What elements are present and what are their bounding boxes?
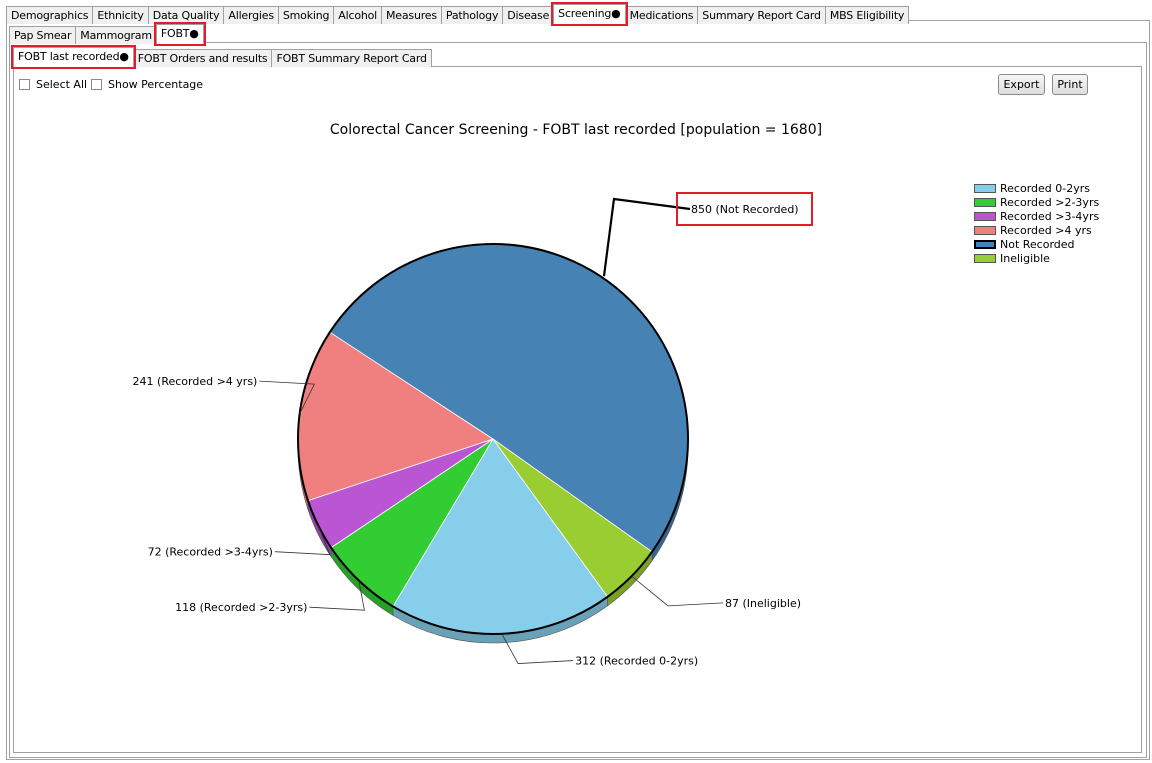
legend-item: Recorded >2-3yrs xyxy=(974,195,1099,209)
legend-swatch xyxy=(974,197,996,207)
legend-swatch xyxy=(974,183,996,193)
legend-item: Recorded >4 yrs xyxy=(974,223,1099,237)
not-recorded-highlight xyxy=(676,192,813,226)
pie-data-label-3: 241 (Recorded >4 yrs) xyxy=(133,375,258,388)
tab-screening[interactable]: Screening● xyxy=(551,2,628,26)
legend-label: Recorded >4 yrs xyxy=(1000,223,1092,237)
pie-data-label-0: 312 (Recorded 0-2yrs) xyxy=(575,655,698,668)
pie-data-label-5: 87 (Ineligible) xyxy=(725,597,801,610)
legend-swatch xyxy=(974,211,996,221)
leader-line-5 xyxy=(631,575,724,607)
legend-label: Ineligible xyxy=(1000,251,1050,265)
pie-data-label-1: 118 (Recorded >2-3yrs) xyxy=(175,601,307,614)
legend-label: Recorded 0-2yrs xyxy=(1000,181,1090,195)
pie-data-label-2: 72 (Recorded >3-4yrs) xyxy=(148,546,273,559)
chart-legend: Recorded 0-2yrs Recorded >2-3yrs Recorded … xyxy=(974,181,1099,265)
legend-label: Not Recorded xyxy=(1000,237,1075,251)
tab-fobt[interactable]: FOBT● xyxy=(153,22,206,46)
legend-swatch xyxy=(974,253,996,263)
pie-chart: 312 (Recorded 0-2yrs) 118 (Recorded >2-3y… xyxy=(133,197,801,668)
legend-swatch xyxy=(974,225,996,235)
legend-label: Recorded >3-4yrs xyxy=(1000,209,1100,223)
legend-item: Recorded >3-4yrs xyxy=(974,209,1099,223)
legend-item: Recorded 0-2yrs xyxy=(974,181,1099,195)
legend-item: Ineligible xyxy=(974,251,1099,265)
legend-swatch xyxy=(974,239,996,249)
legend-item: Not Recorded xyxy=(974,237,1099,251)
legend-label: Recorded >2-3yrs xyxy=(1000,195,1100,209)
tab-fobt-last-recorded[interactable]: FOBT last recorded● xyxy=(11,45,136,69)
